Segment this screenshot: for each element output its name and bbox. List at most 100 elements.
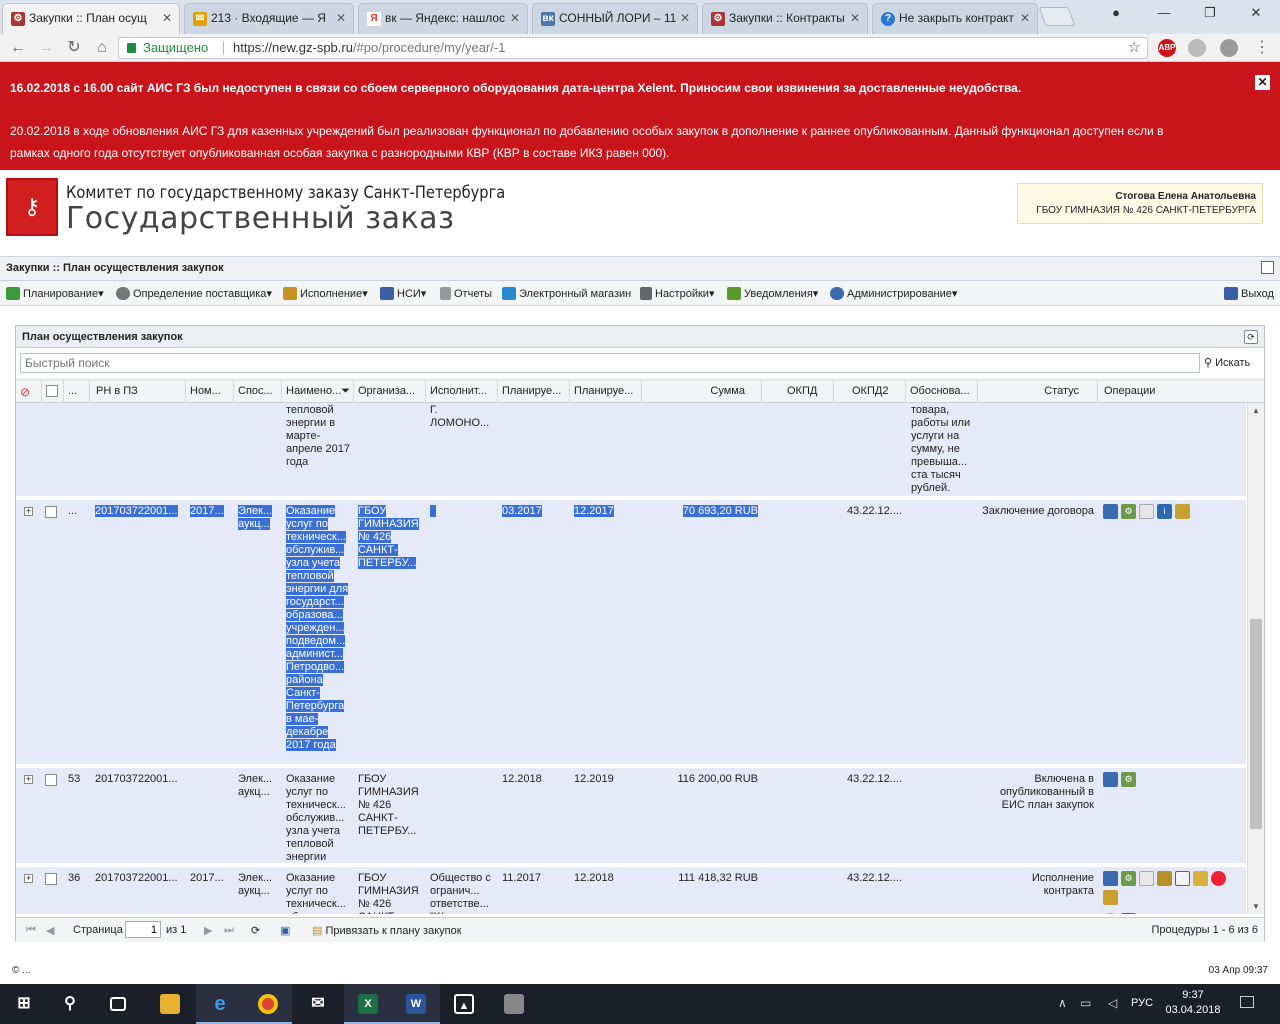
bind-plan-button[interactable]: ▤ Привязать к плану закупок xyxy=(312,924,462,937)
expand-icon[interactable]: + xyxy=(24,775,33,784)
menu-planning[interactable]: Планирование▾ xyxy=(6,287,104,300)
column-header[interactable]: Наимено...⏷ xyxy=(282,380,354,403)
record-icon[interactable] xyxy=(1211,871,1226,886)
refresh-icon[interactable]: ⟳ xyxy=(251,924,260,937)
column-header[interactable]: Статус xyxy=(978,380,1098,403)
close-icon[interactable]: ✕ xyxy=(336,11,346,25)
restore-button[interactable]: ❐ xyxy=(1190,5,1230,21)
emblem-logo[interactable]: ⚷ xyxy=(6,178,58,236)
menu-eshop[interactable]: Электронный магазин xyxy=(502,287,631,300)
column-header[interactable]: ... xyxy=(64,380,90,403)
word-icon[interactable]: W xyxy=(392,984,440,1024)
last-page-icon[interactable]: ⏭ xyxy=(224,924,234,937)
forward-icon[interactable]: → xyxy=(36,38,56,58)
close-window-button[interactable]: ✕ xyxy=(1236,5,1276,21)
close-icon[interactable]: ✕ xyxy=(162,11,172,25)
column-header[interactable]: Организа... xyxy=(354,380,426,403)
minimize-button[interactable]: — xyxy=(1144,5,1184,20)
first-page-icon[interactable]: ⏮ xyxy=(26,924,36,937)
stats-icon[interactable] xyxy=(1121,913,1136,914)
column-header[interactable]: РН в ПЗ xyxy=(90,380,186,403)
task-view-icon[interactable] xyxy=(94,984,142,1024)
save-icon[interactable]: ▣ xyxy=(280,924,290,937)
bookmark-star-icon[interactable]: ☆ xyxy=(1128,38,1141,58)
tray-expand-icon[interactable]: ∧ xyxy=(1058,996,1067,1010)
chart-icon[interactable] xyxy=(1103,772,1118,787)
scroll-icon[interactable] xyxy=(1175,504,1190,519)
select-all-checkbox[interactable] xyxy=(42,380,64,403)
extension-icon[interactable] xyxy=(1188,39,1206,57)
close-icon[interactable]: ✕ xyxy=(1020,11,1030,25)
extension-icon[interactable] xyxy=(1220,39,1238,57)
row-checkbox[interactable] xyxy=(45,774,57,786)
chart-icon[interactable] xyxy=(1103,871,1118,886)
column-header[interactable]: ОКПД2 xyxy=(834,380,906,403)
menu-icon[interactable]: ⋮ xyxy=(1252,38,1272,58)
expand-icon[interactable]: + xyxy=(24,507,33,516)
list-icon[interactable] xyxy=(1175,871,1190,886)
internet-explorer-icon[interactable]: e xyxy=(196,984,244,1024)
language-indicator[interactable]: РУС xyxy=(1131,997,1153,1009)
gears-icon[interactable]: ⚙ xyxy=(1121,504,1136,519)
next-page-icon[interactable]: ▶ xyxy=(204,924,212,937)
table-row[interactable]: + ... 201703722001... 2017... Элек... ау… xyxy=(16,500,1246,766)
doc-icon[interactable] xyxy=(1139,504,1154,519)
info-icon[interactable]: i xyxy=(1157,504,1172,519)
table-row[interactable]: + 36 201703722001... 2017... Элек... аук… xyxy=(16,867,1246,914)
row-checkbox[interactable] xyxy=(45,506,57,518)
windows-start-icon[interactable]: ⊞ xyxy=(0,984,48,1024)
browser-tab[interactable]: ⚙ Закупки :: План осущ ✕ xyxy=(2,3,180,34)
chart-icon[interactable] xyxy=(1103,504,1118,519)
browser-tab[interactable]: ? Не закрыть контракт ✕ xyxy=(872,3,1038,34)
column-header[interactable]: Планируе... xyxy=(570,380,642,403)
menu-supplier[interactable]: Определение поставщика▾ xyxy=(116,287,272,300)
logout-button[interactable]: Выход xyxy=(1224,287,1274,300)
new-tab-button[interactable] xyxy=(1038,7,1076,26)
prev-page-icon[interactable]: ◀ xyxy=(46,924,54,937)
column-header[interactable]: Ном... xyxy=(186,380,234,403)
column-header[interactable]: Исполнит... xyxy=(426,380,498,403)
browser-tab[interactable]: вк СОННЫЙ ЛОРИ – 11 ✕ xyxy=(532,3,698,34)
edit-icon[interactable] xyxy=(1193,871,1208,886)
notice-close-button[interactable]: ✕ xyxy=(1255,75,1270,90)
close-icon[interactable]: ✕ xyxy=(850,11,860,25)
column-header[interactable]: ОКПД xyxy=(762,380,834,403)
notifications-icon[interactable] xyxy=(1240,996,1254,1008)
quick-search-input[interactable] xyxy=(20,353,1200,373)
file-explorer-icon[interactable] xyxy=(146,984,194,1024)
printer-icon[interactable] xyxy=(490,984,538,1024)
scroll-down-icon[interactable]: ▼ xyxy=(1252,902,1260,911)
column-header[interactable]: Операции xyxy=(1098,380,1264,403)
user-info[interactable]: Стогова Елена Анатольевна ГБОУ ГИМНАЗИЯ … xyxy=(1017,183,1263,224)
emblem-icon[interactable] xyxy=(1157,871,1172,886)
column-header[interactable]: Спос... xyxy=(234,380,282,403)
coins-icon[interactable] xyxy=(1103,913,1118,914)
scroll-icon[interactable] xyxy=(1103,890,1118,905)
scroll-up-icon[interactable]: ▲ xyxy=(1252,406,1260,415)
table-row[interactable]: + 53 201703722001... Элек... аукц... Ока… xyxy=(16,768,1246,865)
doc-icon[interactable] xyxy=(1139,871,1154,886)
back-icon[interactable]: ← xyxy=(8,38,28,58)
close-icon[interactable]: ✕ xyxy=(680,11,690,25)
menu-settings[interactable]: Настройки▾ xyxy=(640,287,714,300)
browser-tab[interactable]: Явк — Яндекс: нашлос ✕ xyxy=(358,3,528,34)
browser-tab[interactable]: ⚙ Закупки :: Контракты ✕ xyxy=(702,3,868,34)
grid-scrollbar[interactable]: ▲ ▼ xyxy=(1247,403,1264,914)
search-button[interactable]: ⚲ Искать xyxy=(1204,356,1250,369)
menu-admin[interactable]: Администрирование▾ xyxy=(830,287,957,300)
mail-icon[interactable]: ✉ xyxy=(294,984,342,1024)
expand-icon[interactable]: + xyxy=(24,874,33,883)
table-row[interactable]: тепловой энергии в марте-апреле 2017 год… xyxy=(16,403,1246,498)
network-icon[interactable]: ▭ xyxy=(1080,996,1091,1010)
column-header[interactable]: Сумма xyxy=(642,380,762,403)
page-number-input[interactable] xyxy=(125,921,161,938)
close-icon[interactable]: ✕ xyxy=(510,11,520,25)
volume-icon[interactable]: ◁ xyxy=(1108,996,1117,1010)
menu-reports[interactable]: Отчеты xyxy=(440,287,492,300)
column-header[interactable]: Планируе... xyxy=(498,380,570,403)
browser-tab[interactable]: ✉ 213 · Входящие — Я ✕ xyxy=(184,3,354,34)
gears-icon[interactable]: ⚙ xyxy=(1121,871,1136,886)
menu-nsi[interactable]: НСИ▾ xyxy=(380,287,426,300)
reload-icon[interactable]: ↻ xyxy=(64,38,84,58)
excel-icon[interactable]: X xyxy=(344,984,392,1024)
